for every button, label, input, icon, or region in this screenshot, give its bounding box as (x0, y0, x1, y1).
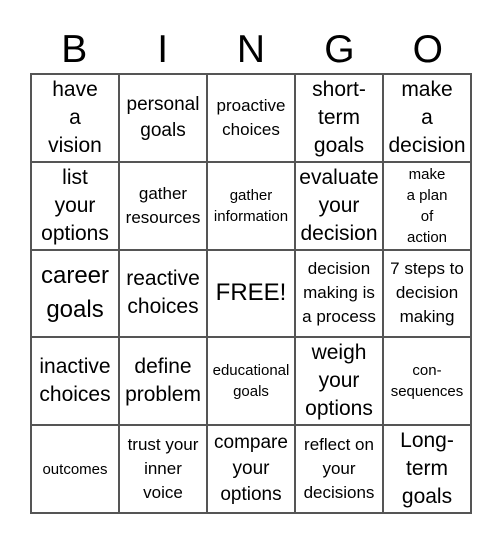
bingo-cell[interactable]: weigh your options (295, 337, 383, 426)
bingo-cell[interactable]: have a vision (31, 74, 119, 162)
bingo-cell-text: proactive choices (216, 95, 286, 139)
bingo-cell-text: gather information (213, 186, 289, 225)
bingo-cell[interactable]: inactive choices (31, 337, 119, 426)
bingo-cell[interactable]: educational goals (207, 337, 295, 426)
bingo-grid: have a vision personal goals proactive cho… (30, 73, 472, 514)
bingo-cell[interactable]: reactive choices (119, 249, 207, 338)
bingo-cell-text: educational goals (212, 362, 290, 401)
bingo-cell[interactable]: 7 steps to decision making (383, 249, 471, 338)
bingo-cell-text: personal goals (126, 93, 200, 141)
bingo-cell[interactable]: reflect on your decisions (295, 425, 383, 513)
bingo-cell-text: con- sequences (390, 362, 464, 401)
bingo-cell[interactable]: evaluate your decision (295, 161, 383, 250)
bingo-cell-text: inactive choices (39, 355, 111, 407)
bingo-cell-text: weigh your options (305, 341, 373, 421)
bingo-cell[interactable]: outcomes (31, 425, 119, 513)
bingo-cell[interactable]: make a decision (383, 74, 471, 162)
bingo-cell[interactable]: gather resources (119, 161, 207, 250)
title-letter-i: I (157, 28, 169, 71)
bingo-cell[interactable]: career goals (31, 249, 119, 338)
title-letter-n: N (236, 28, 266, 71)
bingo-cell-text: make a decision (388, 77, 466, 157)
bingo-cell[interactable]: define problem (119, 337, 207, 426)
bingo-cell-text: have a vision (48, 77, 102, 157)
bingo-cell[interactable]: gather information (207, 161, 295, 250)
bingo-cell[interactable]: proactive choices (207, 74, 295, 162)
bingo-cell-text: 7 steps to decision making (390, 259, 464, 327)
bingo-cell-text: evaluate your decision (299, 165, 379, 245)
bingo-cell-text: Long- term goals (400, 429, 454, 509)
bingo-cell-text: short- term goals (312, 77, 366, 157)
bingo-cell[interactable]: compare your options (207, 425, 295, 513)
title-letter-g: G (324, 28, 355, 71)
title-letter-o: O (412, 28, 443, 71)
bingo-cell[interactable]: decision making is a process (295, 249, 383, 338)
bingo-cell[interactable]: con- sequences (383, 337, 471, 426)
bingo-cell-text: list your options (41, 165, 109, 245)
bingo-cell-text: make a plan of action (406, 165, 448, 246)
bingo-cell[interactable]: trust your inner voice (119, 425, 207, 513)
bingo-cell-text: compare your options (214, 432, 288, 506)
bingo-cell-text: trust your inner voice (127, 435, 199, 503)
bingo-cell-text: career goals (40, 262, 110, 324)
title-letter-b: B (61, 28, 88, 71)
bingo-cell-text: FREE! (215, 279, 287, 307)
bingo-cell-text: reactive choices (126, 267, 200, 319)
bingo-cell[interactable]: list your options (31, 161, 119, 250)
bingo-cell[interactable]: FREE! (207, 249, 295, 338)
bingo-cell-text: define problem (125, 355, 201, 407)
bingo-cell-text: decision making is a process (302, 259, 376, 327)
bingo-cell[interactable]: Long- term goals (383, 425, 471, 513)
bingo-cell[interactable]: make a plan of action (383, 161, 471, 250)
bingo-title-row: B I N G O (30, 28, 472, 72)
bingo-cell[interactable]: short- term goals (295, 74, 383, 162)
bingo-cell-text: outcomes (42, 460, 108, 478)
bingo-cell[interactable]: personal goals (119, 74, 207, 162)
bingo-cell-text: gather resources (125, 183, 201, 227)
bingo-cell-text: reflect on your decisions (303, 435, 375, 503)
